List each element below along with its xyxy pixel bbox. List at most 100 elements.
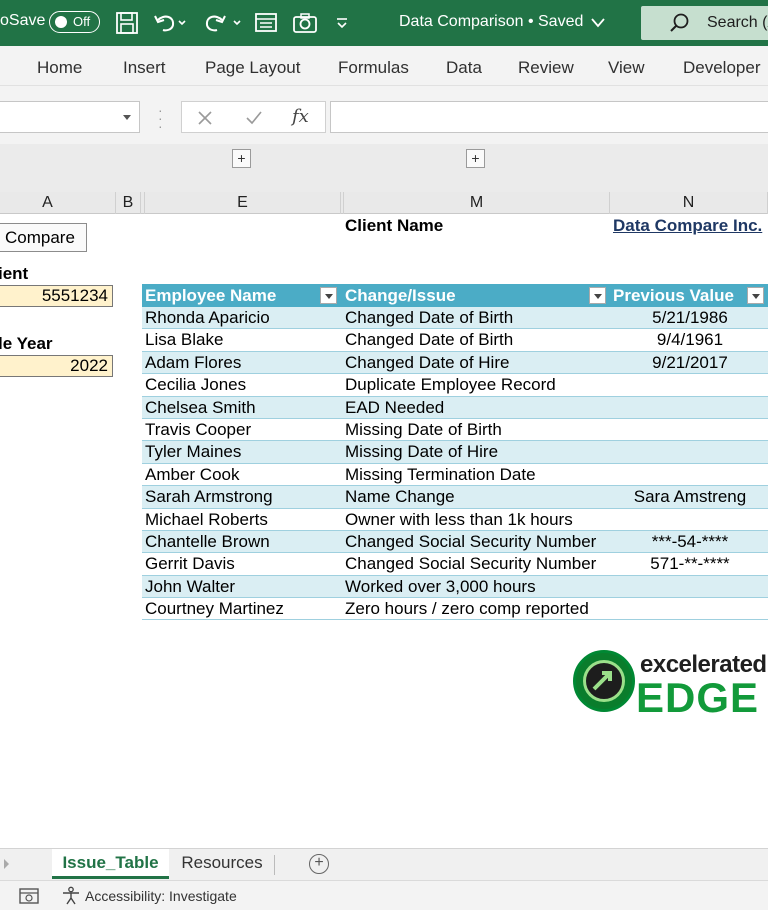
- save-icon[interactable]: [114, 10, 140, 36]
- cell-employee-name[interactable]: Rhonda Aparicio: [145, 307, 270, 329]
- table-row[interactable]: Cecilia Jones Duplicate Employee Record: [142, 374, 768, 397]
- accessibility-icon[interactable]: [60, 886, 82, 906]
- filter-dropdown-icon[interactable]: [589, 287, 606, 304]
- cell-change-issue[interactable]: EAD Needed: [345, 397, 444, 419]
- name-box-dropdown-icon[interactable]: [123, 115, 131, 120]
- cell-change-issue[interactable]: Owner with less than 1k hours: [345, 509, 573, 531]
- scroll-tabs-right-icon[interactable]: [2, 858, 12, 870]
- table-row[interactable]: Chelsea Smith EAD Needed: [142, 396, 768, 419]
- cell-employee-name[interactable]: Lisa Blake: [145, 329, 223, 351]
- undo-icon[interactable]: [152, 10, 186, 36]
- tab-insert[interactable]: Insert: [123, 58, 166, 78]
- cell-employee-name[interactable]: Courtney Martinez: [145, 598, 284, 620]
- name-box[interactable]: [0, 101, 140, 133]
- table-row[interactable]: Rhonda Aparicio Changed Date of Birth 5/21…: [142, 307, 768, 330]
- cell-employee-name[interactable]: Cecilia Jones: [145, 374, 246, 396]
- table-row[interactable]: Michael Roberts Owner with less than 1k h…: [142, 509, 768, 531]
- add-sheet-plus-icon[interactable]: +: [309, 854, 329, 874]
- sheet-tab-resources[interactable]: Resources: [172, 849, 272, 879]
- cell-mode-icon[interactable]: [18, 887, 40, 905]
- form-icon[interactable]: [254, 10, 278, 36]
- tab-view[interactable]: View: [608, 58, 645, 78]
- column-header-a[interactable]: A: [0, 192, 116, 214]
- cell-previous-value[interactable]: 571-**-****: [612, 553, 768, 575]
- search-box[interactable]: Search (A: [641, 6, 768, 40]
- camera-icon[interactable]: [292, 10, 318, 36]
- column-header-n[interactable]: N: [610, 192, 768, 214]
- tab-review[interactable]: Review: [518, 58, 574, 78]
- tab-formulas[interactable]: Formulas: [338, 58, 409, 78]
- table-row[interactable]: John Walter Worked over 3,000 hours: [142, 575, 768, 599]
- year-input-cell[interactable]: 2022: [0, 355, 113, 377]
- cell-employee-name[interactable]: Travis Cooper: [145, 419, 251, 441]
- cell-change-issue[interactable]: Changed Social Security Number: [345, 531, 596, 553]
- chevron-down-icon[interactable]: [590, 16, 606, 30]
- customize-qat-icon[interactable]: [334, 10, 350, 36]
- cell-employee-name[interactable]: Chelsea Smith: [145, 397, 256, 419]
- cell-employee-name[interactable]: Sarah Armstrong: [145, 486, 273, 508]
- header-previous-value: Previous Value: [613, 286, 734, 305]
- client-label: ient: [0, 264, 29, 283]
- cell-previous-value[interactable]: 9/21/2017: [612, 352, 768, 374]
- cell-change-issue[interactable]: Changed Date of Birth: [345, 307, 513, 329]
- cell-change-issue[interactable]: Changed Date of Hire: [345, 352, 509, 374]
- cell-change-issue[interactable]: Missing Termination Date: [345, 464, 536, 486]
- column-header-e[interactable]: E: [144, 192, 341, 214]
- insert-function-button[interactable]: fx: [292, 106, 309, 127]
- enter-icon[interactable]: [244, 109, 264, 127]
- cell-previous-value[interactable]: ***-54-****: [612, 531, 768, 553]
- cell-change-issue[interactable]: Name Change: [345, 486, 455, 508]
- worksheet-grid[interactable]: Compare ient 5551234 le Year 2022 Client…: [0, 214, 768, 848]
- cell-employee-name[interactable]: Amber Cook: [145, 464, 239, 486]
- cell-previous-value[interactable]: 5/21/1986: [612, 307, 768, 329]
- filter-dropdown-icon[interactable]: [747, 287, 764, 304]
- expand-group-plus-icon[interactable]: +: [232, 149, 251, 168]
- autosave-toggle[interactable]: Off: [49, 11, 100, 33]
- formula-input[interactable]: [330, 101, 768, 133]
- cell-employee-name[interactable]: Adam Flores: [145, 352, 241, 374]
- table-row[interactable]: Sarah Armstrong Name Change Sara Amstreng: [142, 486, 768, 509]
- cell-change-issue[interactable]: Missing Date of Birth: [345, 419, 502, 441]
- table-row[interactable]: Lisa Blake Changed Date of Birth 9/4/1961: [142, 329, 768, 352]
- sheet-tab-issue-table[interactable]: Issue_Table: [52, 849, 169, 879]
- cell-change-issue[interactable]: Changed Social Security Number: [345, 553, 596, 575]
- column-header-m[interactable]: M: [343, 192, 610, 214]
- redo-icon[interactable]: [202, 10, 242, 36]
- client-name-label: Client Name: [345, 216, 444, 235]
- table-row[interactable]: Courtney Martinez Zero hours / zero comp …: [142, 598, 768, 621]
- cell-previous-value[interactable]: Sara Amstreng: [612, 486, 768, 508]
- formula-bar-grip-icon[interactable]: · · ·: [158, 103, 163, 133]
- table-row[interactable]: Chantelle Brown Changed Social Security N…: [142, 530, 768, 554]
- client-name-link[interactable]: Data Compare Inc.: [613, 216, 762, 236]
- document-title[interactable]: Data Comparison • Saved: [399, 13, 583, 31]
- compare-button[interactable]: Compare: [0, 223, 87, 252]
- table-row[interactable]: Travis Cooper Missing Date of Birth: [142, 419, 768, 442]
- cell-change-issue[interactable]: Worked over 3,000 hours: [345, 576, 536, 598]
- tab-home[interactable]: Home: [37, 58, 82, 78]
- table-row[interactable]: Gerrit Davis Changed Social Security Numb…: [142, 553, 768, 576]
- accessibility-status[interactable]: Accessibility: Investigate: [85, 888, 237, 904]
- expand-group-plus-icon[interactable]: +: [466, 149, 485, 168]
- column-header-b[interactable]: B: [116, 192, 141, 214]
- year-label: le Year: [0, 334, 53, 353]
- tab-developer[interactable]: Developer: [683, 58, 761, 78]
- tab-data[interactable]: Data: [446, 58, 482, 78]
- cell-change-issue[interactable]: Missing Date of Hire: [345, 441, 498, 463]
- cancel-icon[interactable]: [196, 109, 214, 127]
- tab-page-layout[interactable]: Page Layout: [205, 58, 300, 78]
- cell-previous-value[interactable]: 9/4/1961: [612, 329, 768, 351]
- cell-change-issue[interactable]: Changed Date of Birth: [345, 329, 513, 351]
- cell-employee-name[interactable]: Gerrit Davis: [145, 553, 235, 575]
- ribbon-tabs: Home Insert Page Layout Formulas Data Re…: [0, 46, 768, 86]
- cell-employee-name[interactable]: Tyler Maines: [145, 441, 241, 463]
- table-row[interactable]: Amber Cook Missing Termination Date: [142, 464, 768, 487]
- client-input-cell[interactable]: 5551234: [0, 285, 113, 307]
- cell-change-issue[interactable]: Zero hours / zero comp reported: [345, 598, 589, 620]
- filter-dropdown-icon[interactable]: [320, 287, 337, 304]
- table-row[interactable]: Tyler Maines Missing Date of Hire: [142, 441, 768, 464]
- table-row[interactable]: Adam Flores Changed Date of Hire 9/21/2017: [142, 351, 768, 375]
- cell-change-issue[interactable]: Duplicate Employee Record: [345, 374, 556, 396]
- cell-employee-name[interactable]: Chantelle Brown: [145, 531, 270, 553]
- cell-employee-name[interactable]: Michael Roberts: [145, 509, 268, 531]
- cell-employee-name[interactable]: John Walter: [145, 576, 235, 598]
